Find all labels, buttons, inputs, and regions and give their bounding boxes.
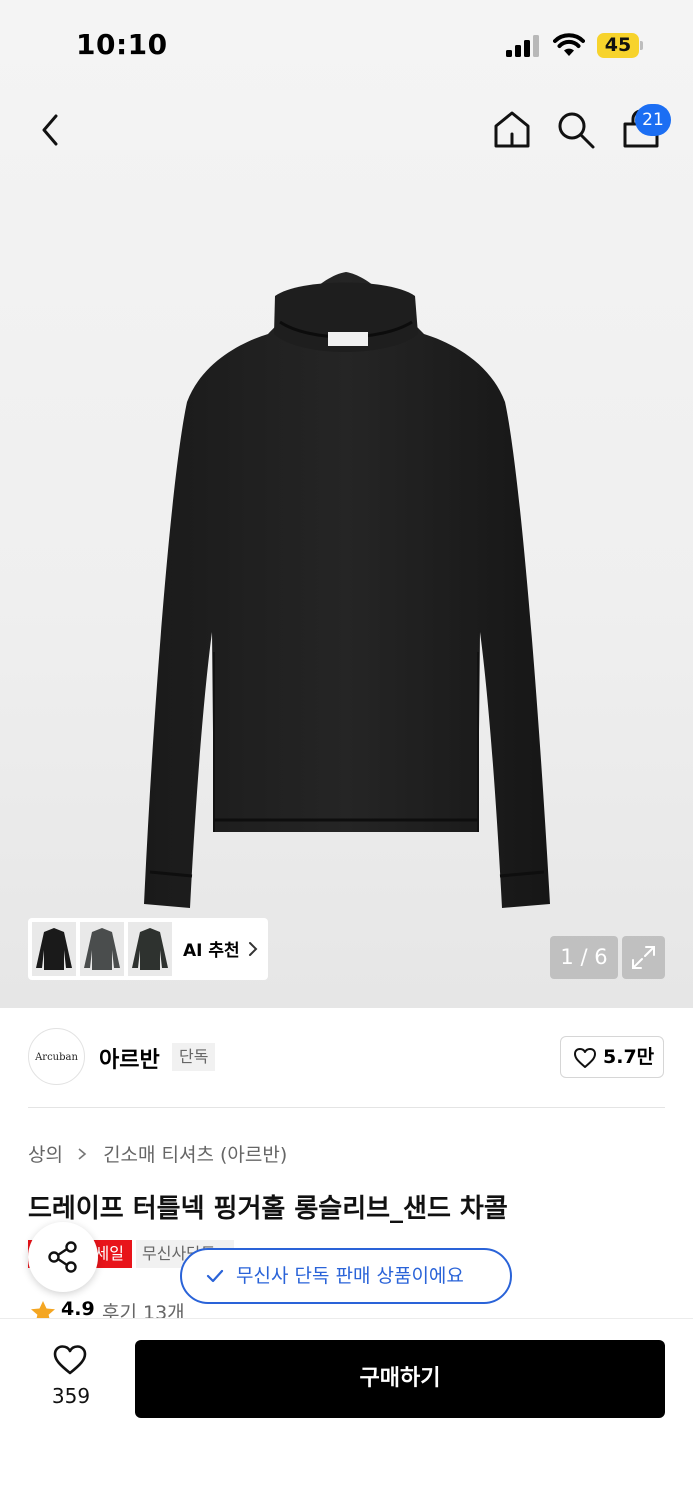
recommend-thumbnail[interactable] [80, 922, 124, 976]
recommend-thumbnail[interactable] [128, 922, 172, 976]
recommend-thumbnail[interactable] [32, 922, 76, 976]
chevron-right-icon [249, 942, 258, 956]
battery-level: 45 [604, 34, 632, 56]
rating-value: 4.9 [61, 1298, 95, 1320]
breadcrumb-category[interactable]: 상의 [28, 1140, 63, 1167]
brand-exclusive-tag: 단독 [172, 1043, 216, 1071]
toast-message: 무신사 단독 판매 상품이에요 [236, 1265, 464, 1287]
product-like-button[interactable]: 359 [40, 1340, 102, 1412]
brand-like-count: 5.7만 [603, 1046, 655, 1068]
home-icon[interactable] [491, 108, 533, 150]
heart-icon [53, 1345, 87, 1375]
exclusive-toast: 무신사 단독 판매 상품이에요 [180, 1248, 512, 1304]
share-icon [48, 1241, 77, 1273]
breadcrumb: 상의 긴소매 티셔츠 (아르반) [28, 1140, 287, 1166]
breadcrumb-subcategory[interactable]: 긴소매 티셔츠 (아르반) [103, 1140, 287, 1167]
image-page-indicator: 1 / 6 [550, 936, 618, 979]
brand-logo[interactable]: Arcuban [28, 1028, 85, 1085]
heart-icon [574, 1048, 596, 1068]
product-detail-screen: 10:10 45 21 AI 추천 1 / 6 Arcuban 아르반 단독 5… [0, 0, 693, 1500]
product-like-count: 359 [51, 1384, 91, 1408]
product-photo [144, 272, 550, 908]
share-button[interactable] [28, 1222, 98, 1292]
brand-like-button[interactable]: 5.7만 [560, 1036, 664, 1078]
expand-image-button[interactable] [622, 936, 665, 979]
ai-recommend-label: AI 추천 [183, 941, 240, 961]
expand-icon [632, 946, 655, 969]
buy-button[interactable]: 구매하기 [135, 1340, 665, 1418]
wifi-icon [553, 33, 585, 56]
check-icon [206, 1269, 224, 1283]
search-icon[interactable] [556, 110, 596, 150]
cellular-signal-icon [506, 35, 539, 57]
back-arrow-icon[interactable] [34, 110, 68, 150]
status-time: 10:10 [76, 28, 168, 61]
divider [28, 1107, 665, 1108]
cart-count-badge: 21 [635, 104, 671, 136]
product-title: 드레이프 터틀넥 핑거홀 롱슬리브_샌드 차콜 [28, 1194, 508, 1224]
product-image-gallery[interactable]: 10:10 45 21 AI 추천 1 / 6 [0, 0, 693, 1008]
ai-recommend-strip[interactable]: AI 추천 [28, 918, 268, 980]
battery-icon: 45 [597, 33, 643, 58]
chevron-right-icon [78, 1147, 87, 1160]
brand-name[interactable]: 아르반 [99, 1042, 160, 1074]
